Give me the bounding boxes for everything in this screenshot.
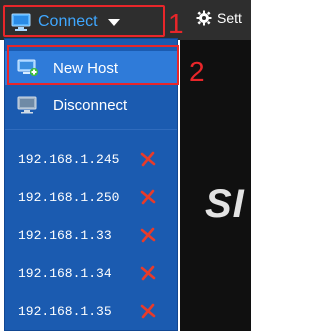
- remove-host-icon[interactable]: [140, 303, 156, 319]
- remove-host-icon[interactable]: [140, 189, 156, 205]
- new-host-icon: [17, 59, 38, 76]
- new-host-label: New Host: [53, 59, 119, 77]
- app-window: SI Connect 1 Sett New Host Disconnect 19…: [0, 0, 251, 331]
- disconnect-label: Disconnect: [53, 96, 128, 114]
- connect-dropdown-button[interactable]: Connect: [4, 8, 160, 36]
- connect-label: Connect: [38, 13, 98, 30]
- host-ip-label: 192.168.1.34: [18, 265, 112, 281]
- settings-button[interactable]: Sett: [196, 10, 242, 26]
- settings-label: Sett: [217, 10, 242, 26]
- host-ip-label: 192.168.1.35: [18, 303, 112, 319]
- menu-item-host[interactable]: 192.168.1.250: [5, 179, 177, 215]
- background-logo-text: SI: [205, 182, 245, 226]
- chevron-down-icon: [107, 18, 120, 26]
- remove-host-icon[interactable]: [140, 151, 156, 167]
- menu-item-host[interactable]: 192.168.1.34: [5, 255, 177, 291]
- gear-icon: [196, 10, 212, 26]
- menu-item-disconnect[interactable]: Disconnect: [5, 88, 177, 122]
- menu-item-new-host[interactable]: New Host: [5, 51, 177, 85]
- remove-host-icon[interactable]: [140, 227, 156, 243]
- menu-item-host[interactable]: 192.168.1.35: [5, 293, 177, 329]
- remove-host-icon[interactable]: [140, 265, 156, 281]
- host-ip-label: 192.168.1.245: [18, 151, 120, 167]
- host-ip-label: 192.168.1.33: [18, 227, 112, 243]
- annotation-number-2: 2: [189, 56, 205, 87]
- menu-item-host[interactable]: 192.168.1.245: [5, 141, 177, 177]
- annotation-number-1: 1: [168, 8, 184, 39]
- menu-item-host[interactable]: 192.168.1.33: [5, 217, 177, 253]
- host-ip-label: 192.168.1.250: [18, 189, 120, 205]
- disconnect-icon: [17, 96, 37, 114]
- monitor-icon: [11, 13, 31, 31]
- menu-separator: [5, 129, 177, 130]
- connect-dropdown-menu: New Host Disconnect 192.168.1.245 192.16…: [4, 38, 178, 331]
